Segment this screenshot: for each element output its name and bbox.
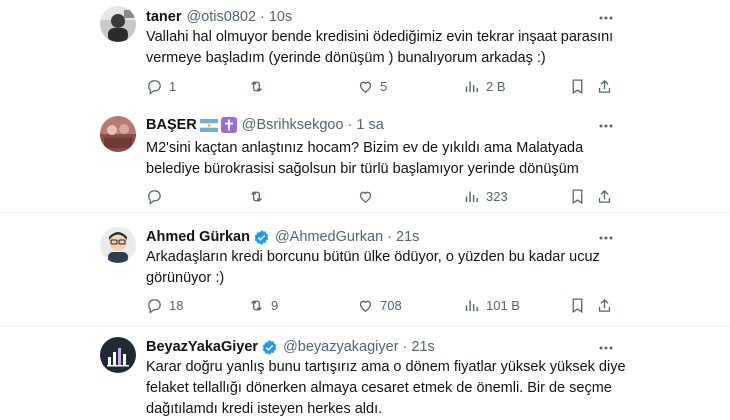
retweet-count: 9	[271, 297, 279, 313]
flag-argentina-icon	[199, 118, 218, 132]
more-options-icon[interactable]	[598, 230, 614, 246]
tweet-1[interactable]: taner @otis0802 · 10s Vallahi hal olmuyo…	[0, 0, 730, 105]
tweet-4[interactable]: BeyazYakaGiyer @beyazyakagiyer · 21s Kar…	[0, 327, 730, 420]
share-icon	[598, 298, 611, 312]
reply-count: 18	[169, 297, 184, 313]
author-handle[interactable]: @AhmedGurkan	[275, 229, 383, 245]
reply-count: 1	[169, 78, 177, 94]
reply-icon	[148, 298, 161, 314]
retweet-icon	[251, 299, 262, 311]
bookmark-button[interactable]	[569, 186, 586, 206]
reply-icon	[148, 189, 161, 205]
avatar[interactable]	[100, 227, 136, 263]
bookmark-button[interactable]	[569, 76, 586, 96]
author-handle[interactable]: @Bsrihksekgoo	[242, 117, 344, 133]
author-name[interactable]: BAŞER	[146, 117, 197, 133]
share-icon	[598, 189, 611, 203]
retweet-button[interactable]	[248, 76, 271, 96]
bookmark-icon	[572, 188, 583, 204]
more-options-icon[interactable]	[598, 118, 614, 134]
like-button[interactable]	[357, 186, 380, 206]
bookmark-icon	[572, 297, 583, 313]
views-button[interactable]: 2 B	[463, 76, 506, 96]
views-count: 2 B	[486, 78, 506, 94]
like-count: 5	[380, 78, 388, 94]
author-name[interactable]: BeyazYakaGiyer	[146, 339, 258, 355]
avatar[interactable]	[100, 116, 136, 152]
retweet-button[interactable]: 9	[248, 295, 278, 315]
author-handle[interactable]: @beyazyakagiyer	[283, 339, 398, 355]
more-options-icon[interactable]	[598, 10, 614, 26]
views-count: 101 B	[486, 297, 520, 313]
retweet-icon	[251, 80, 262, 92]
like-count: 708	[380, 297, 402, 313]
tweet-text: M2'sini kaçtan anlaştınız hocam? Bizim e…	[146, 140, 584, 177]
verified-badge-icon	[261, 339, 278, 356]
reply-button[interactable]: 18	[146, 295, 183, 315]
views-button[interactable]: 101 B	[463, 295, 520, 315]
heart-icon	[359, 300, 372, 312]
share-button[interactable]	[596, 76, 613, 96]
timestamp[interactable]: 21s	[411, 339, 434, 355]
timestamp[interactable]: 1 sa	[356, 117, 383, 133]
avatar[interactable]	[100, 337, 136, 373]
tweet-2[interactable]: BAŞER @Bsrihksekgoo · 1 sa M2'sini kaçta…	[0, 105, 730, 212]
like-button[interactable]: 708	[357, 295, 402, 315]
tweet-text: Arkadaşların kredi borcunu bütün ülke öd…	[146, 249, 600, 286]
author-handle[interactable]: @otis0802	[186, 9, 256, 25]
separator-dot: ·	[260, 9, 265, 25]
views-icon	[465, 300, 478, 311]
action-bar: 18 9 708 101 B	[146, 295, 611, 315]
views-count: 323	[486, 188, 508, 204]
views-icon	[465, 191, 478, 202]
separator-dot: ·	[402, 339, 408, 355]
like-button[interactable]: 5	[357, 76, 387, 96]
share-button[interactable]	[596, 186, 613, 206]
bookmark-button[interactable]	[569, 295, 586, 315]
action-bar: 323	[146, 186, 611, 206]
action-bar: 1 5 2 B	[146, 76, 611, 96]
tweet-text: Karar doğru yanlış bunu tartışırız ama o…	[146, 359, 626, 417]
avatar[interactable]	[100, 6, 136, 42]
more-options-icon[interactable]	[598, 340, 614, 356]
reply-button[interactable]	[146, 186, 169, 206]
author-name[interactable]: Ahmed Gürkan	[146, 229, 250, 245]
share-button[interactable]	[596, 295, 613, 315]
retweet-button[interactable]	[248, 186, 271, 206]
share-icon	[598, 79, 611, 93]
reply-icon	[148, 79, 161, 95]
timestamp[interactable]: 10s	[269, 9, 292, 25]
verified-badge-icon	[253, 229, 270, 246]
reply-button[interactable]: 1	[146, 76, 176, 96]
latin-cross-icon	[220, 117, 237, 133]
tweet-3[interactable]: Ahmed Gürkan @AhmedGurkan · 21s Arkadaşl…	[0, 213, 730, 326]
bookmark-icon	[572, 78, 583, 94]
separator-dot: ·	[387, 229, 392, 245]
separator-dot: ·	[347, 117, 353, 133]
author-name[interactable]: taner	[146, 9, 181, 25]
heart-icon	[359, 81, 372, 93]
timestamp[interactable]: 21s	[396, 229, 419, 245]
heart-icon	[359, 191, 372, 203]
views-icon	[465, 81, 478, 92]
views-button[interactable]: 323	[463, 186, 508, 206]
retweet-icon	[251, 190, 262, 202]
tweet-text: Vallahi hal olmuyor bende kredisini öded…	[146, 29, 614, 66]
